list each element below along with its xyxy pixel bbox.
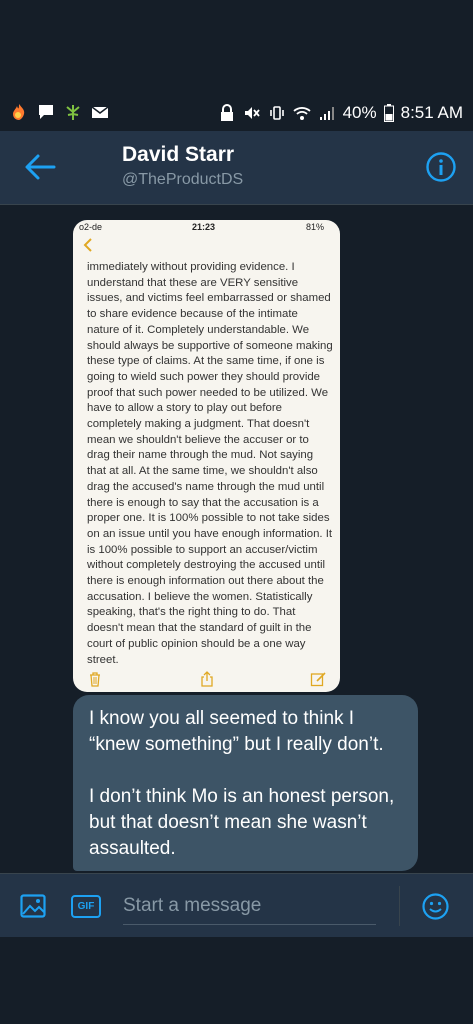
message-thread[interactable]: o2-de 21:23 81% immediately without prov… bbox=[0, 205, 473, 873]
top-blank-area bbox=[0, 0, 473, 97]
battery-percent: 40% bbox=[342, 103, 377, 122]
note-toolbar bbox=[73, 667, 340, 692]
text-message-bubble[interactable]: I know you all seemed to think I “knew s… bbox=[73, 695, 418, 871]
gif-button[interactable]: GIF bbox=[71, 895, 101, 918]
message-paragraph-2: I don’t think Mo is an honest person, bu… bbox=[89, 786, 395, 859]
clock: 8:51 AM bbox=[400, 103, 463, 122]
conversation-header: David Starr @TheProductDS bbox=[0, 131, 473, 205]
compose-icon bbox=[310, 672, 326, 687]
lock-icon bbox=[220, 104, 233, 121]
leaf-icon bbox=[66, 105, 80, 120]
image-message[interactable]: o2-de 21:23 81% immediately without prov… bbox=[73, 220, 340, 692]
signal-icon bbox=[319, 107, 334, 120]
screenshot-battery: 81% bbox=[305, 222, 324, 232]
vibrate-icon bbox=[269, 106, 284, 120]
battery-icon bbox=[383, 104, 394, 122]
chat-icon bbox=[39, 105, 53, 119]
image-picker-icon[interactable] bbox=[20, 894, 46, 918]
contact-name[interactable]: David Starr bbox=[122, 143, 234, 167]
flame-icon bbox=[13, 104, 25, 120]
contact-handle[interactable]: @TheProductDS bbox=[122, 171, 243, 189]
status-bar: 40% 8:51 AM bbox=[0, 97, 473, 131]
trash-icon bbox=[90, 672, 100, 687]
back-arrow-icon[interactable] bbox=[22, 151, 58, 183]
screenshot-carrier: o2-de bbox=[79, 222, 103, 232]
info-icon[interactable] bbox=[425, 151, 457, 183]
mute-icon bbox=[244, 107, 260, 119]
screenshot-time: 21:23 bbox=[192, 222, 216, 232]
bottom-blank-area bbox=[0, 937, 473, 1024]
message-paragraph-1: I know you all seemed to think I “knew s… bbox=[89, 708, 384, 755]
composer-divider bbox=[399, 886, 400, 926]
note-faded-text bbox=[93, 242, 323, 256]
note-text: immediately without providing evidence. … bbox=[87, 261, 333, 666]
message-input[interactable] bbox=[123, 888, 376, 925]
emoji-icon[interactable] bbox=[422, 893, 449, 920]
message-composer: GIF bbox=[0, 873, 473, 937]
mail-icon bbox=[91, 106, 109, 118]
share-icon bbox=[201, 671, 213, 687]
screenshot-status-bar: o2-de 21:23 81% bbox=[73, 220, 340, 234]
note-back-chevron-icon bbox=[83, 238, 92, 252]
wifi-icon bbox=[292, 107, 311, 120]
